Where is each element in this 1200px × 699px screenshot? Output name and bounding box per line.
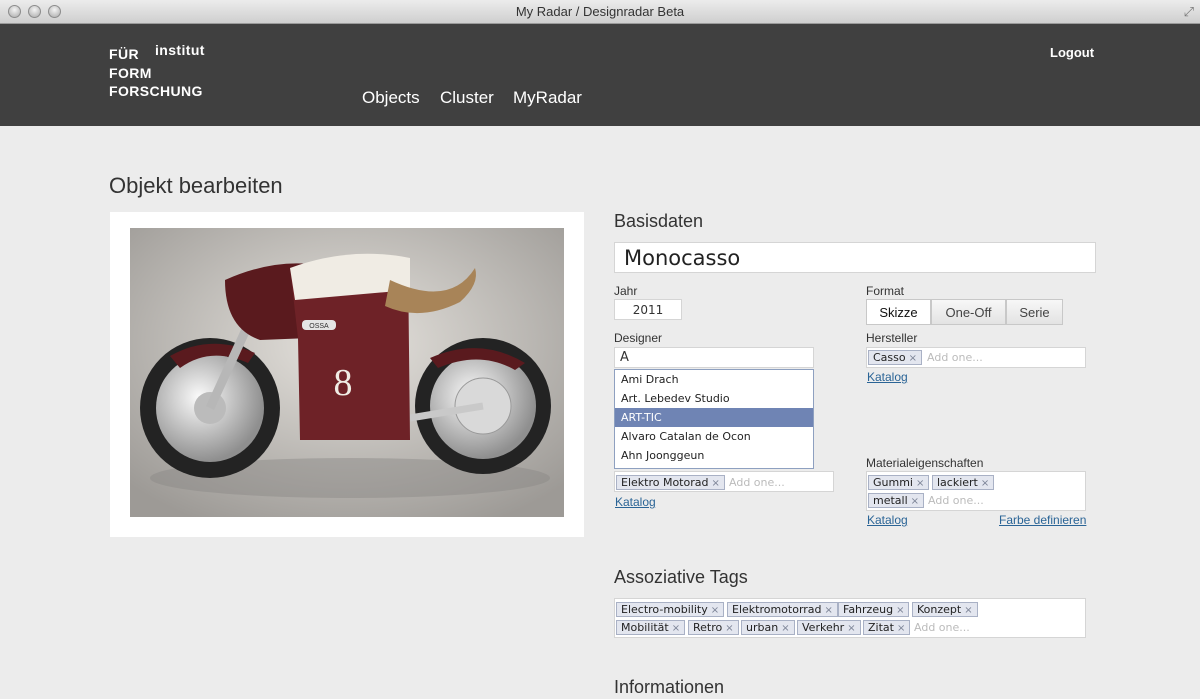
suggestion-item[interactable]: Art. Lebedev Studio	[615, 389, 813, 408]
tag-lackiert[interactable]: lackiert ×	[932, 475, 995, 490]
tag-zitat[interactable]: Zitat ×	[863, 620, 911, 635]
remove-tag-icon[interactable]: ×	[916, 478, 924, 489]
format-one-off-button[interactable]: One-Off	[931, 299, 1006, 325]
object-name-input[interactable]: Monocasso	[614, 242, 1096, 273]
remove-tag-icon[interactable]: ×	[909, 353, 917, 364]
tag-elektromotorrad[interactable]: Elektromotorrad ×	[727, 602, 838, 617]
remove-tag-icon[interactable]: ×	[897, 623, 905, 634]
remove-tag-icon[interactable]: ×	[725, 623, 733, 634]
tag-verkehr[interactable]: Verkehr ×	[797, 620, 861, 635]
year-input[interactable]: 2011	[614, 299, 682, 320]
remove-tag-icon[interactable]: ×	[911, 496, 919, 507]
logo-line-2: FORM	[109, 64, 152, 81]
motorcycle-photo[interactable]: OSSA 8	[130, 228, 564, 517]
nav-myradar[interactable]: MyRadar	[513, 88, 582, 108]
tag-label: Fahrzeug	[843, 603, 894, 616]
tag-retro[interactable]: Retro ×	[688, 620, 739, 635]
farbe-definieren-link[interactable]: Farbe definieren	[999, 513, 1086, 527]
photo-number-text: 8	[334, 362, 353, 404]
remove-tag-icon[interactable]: ×	[896, 605, 904, 616]
nav-objects[interactable]: Objects	[362, 88, 420, 108]
material-placeholder: Add one...	[928, 494, 984, 507]
tag-label: metall	[873, 494, 908, 507]
page-title: Objekt bearbeiten	[109, 173, 283, 198]
logo-institut: institut	[155, 42, 205, 58]
hersteller-katalog-link[interactable]: Katalog	[867, 370, 908, 384]
assoziative-tags-heading: Assoziative Tags	[614, 567, 748, 587]
tag-label: Konzept	[917, 603, 962, 616]
window-titlebar: My Radar / Designradar Beta ⤢	[0, 0, 1200, 24]
remove-tag-icon[interactable]: ×	[981, 478, 989, 489]
tag-label: Zitat	[868, 621, 894, 634]
tag-electro-mobility[interactable]: Electro-mobility ×	[616, 602, 725, 617]
remove-tag-icon[interactable]: ×	[672, 623, 680, 634]
designer-suggestions-dropdown: Ami Drach Art. Lebedev Studio ART-TIC Al…	[614, 369, 814, 469]
photo-plate-text: OSSA	[309, 323, 329, 330]
format-serie-button[interactable]: Serie	[1006, 299, 1063, 325]
tag-mobilitaet[interactable]: Mobilität ×	[616, 620, 686, 635]
suggestion-item[interactable]: Ahn Joonggeun	[615, 446, 813, 465]
tag-label: urban	[746, 621, 779, 634]
tags-placeholder: Add one...	[914, 621, 970, 634]
category-katalog-link[interactable]: Katalog	[615, 495, 656, 509]
hersteller-label: Hersteller	[866, 331, 918, 345]
logo[interactable]: institut FÜR FORM FORSCHUNG	[109, 42, 204, 101]
basisdaten-heading: Basisdaten	[614, 211, 704, 231]
year-label: Jahr	[614, 284, 638, 298]
tag-label: Elektro Motorad	[621, 476, 709, 489]
tag-metall[interactable]: metall ×	[868, 493, 925, 508]
logo-line-3: FORSCHUNG	[109, 83, 203, 99]
remove-tag-icon[interactable]: ×	[964, 605, 972, 616]
tag-casso[interactable]: Casso ×	[868, 350, 923, 365]
nav-cluster[interactable]: Cluster	[440, 88, 494, 108]
hersteller-placeholder: Add one...	[927, 351, 983, 364]
fullscreen-icon[interactable]: ⤢	[1184, 4, 1194, 20]
format-label: Format	[866, 284, 905, 298]
tag-label: Electro-mobility	[621, 603, 708, 616]
tag-elektro-motorad[interactable]: Elektro Motorad ×	[616, 475, 725, 490]
category-placeholder: Add one...	[729, 476, 785, 489]
suggestion-item[interactable]: Alvaro Catalan de Ocon	[615, 427, 813, 446]
material-label: Materialeigenschaften	[866, 456, 984, 470]
informationen-heading: Informationen	[614, 677, 725, 697]
tag-label: Verkehr	[802, 621, 845, 634]
suggestion-item-selected[interactable]: ART-TIC	[615, 408, 813, 427]
tag-gummi[interactable]: Gummi ×	[868, 475, 930, 490]
material-katalog-link[interactable]: Katalog	[867, 513, 908, 527]
remove-tag-icon[interactable]: ×	[847, 623, 855, 634]
tag-urban[interactable]: urban ×	[741, 620, 795, 635]
tag-fahrzeug[interactable]: Fahrzeug ×	[838, 602, 910, 617]
tag-label: Mobilität	[621, 621, 669, 634]
tag-label: Casso	[873, 351, 906, 364]
suggestion-item[interactable]: Ami Drach	[615, 370, 813, 389]
remove-tag-icon[interactable]: ×	[825, 605, 833, 616]
remove-tag-icon[interactable]: ×	[781, 623, 789, 634]
tag-label: lackiert	[937, 476, 978, 489]
remove-tag-icon[interactable]: ×	[711, 605, 719, 616]
tag-label: Gummi	[873, 476, 913, 489]
window-title: My Radar / Designradar Beta	[515, 4, 685, 19]
designer-label: Designer	[614, 331, 663, 345]
designer-input[interactable]: A	[614, 347, 814, 368]
logout-link[interactable]: Logout	[1050, 45, 1094, 60]
tag-label: Elektromotorrad	[732, 603, 822, 616]
format-skizze-button[interactable]: Skizze	[866, 299, 931, 325]
remove-tag-icon[interactable]: ×	[711, 478, 719, 489]
tag-label: Retro	[693, 621, 723, 634]
tag-konzept[interactable]: Konzept ×	[912, 602, 978, 617]
